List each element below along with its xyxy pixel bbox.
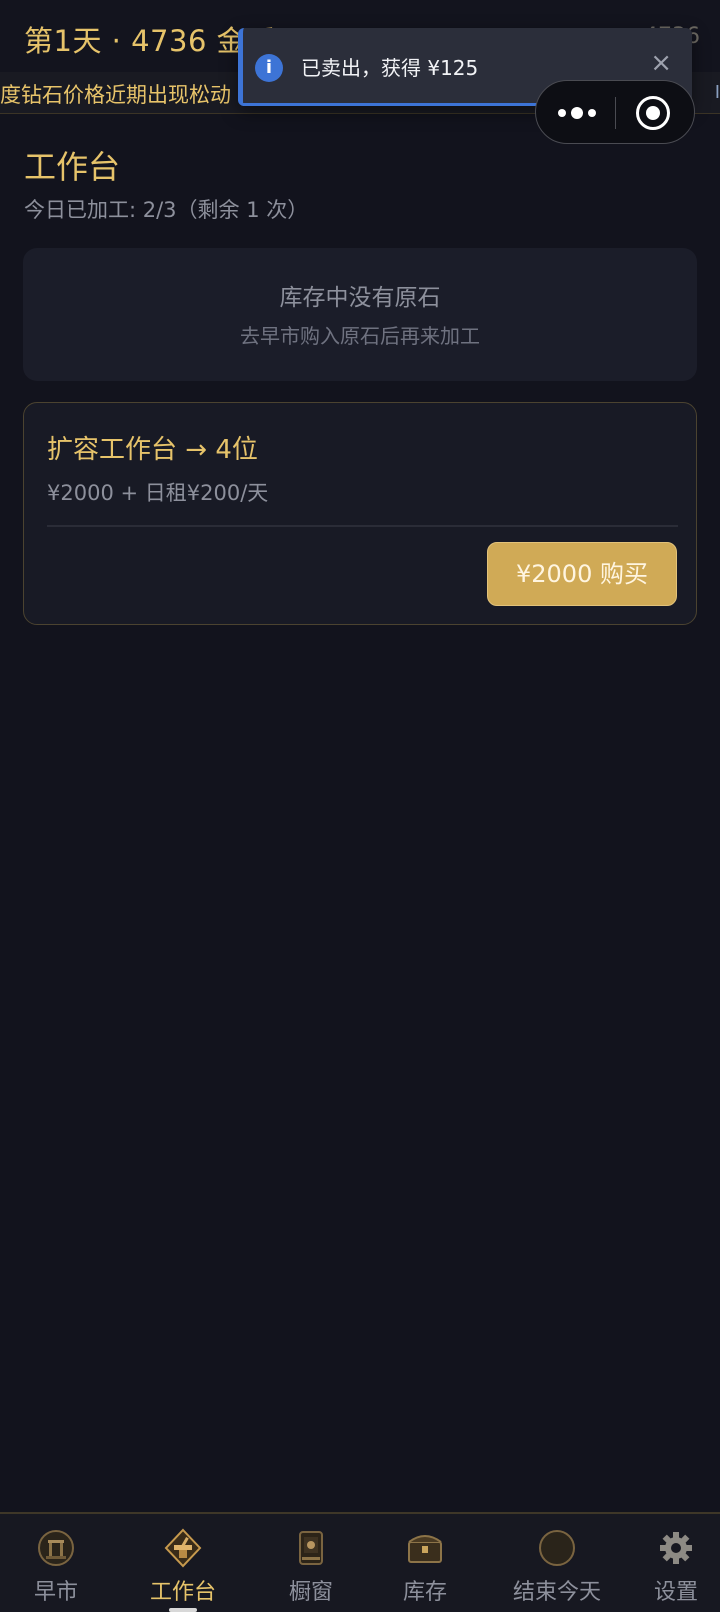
gear-icon (660, 1532, 692, 1564)
info-icon: i (255, 54, 283, 82)
market-gate-icon (38, 1530, 74, 1566)
close-miniprogram-icon[interactable] (636, 96, 670, 130)
empty-subtitle: 去早市购入原石后再来加工 (240, 324, 480, 348)
empty-inventory-card: 库存中没有原石 去早市购入原石后再来加工 (23, 248, 697, 381)
display-case-icon (299, 1531, 323, 1565)
expand-workbench-card: 扩容工作台 → 4位 ¥2000 + 日租¥200/天 ¥2000 购买 (23, 402, 697, 625)
moon-icon (539, 1530, 575, 1566)
app-root: 第1天 · 4736 金币 4736 度钻石价格近期出现松动 I i 已卖出，获… (0, 0, 720, 1612)
processing-count: 今日已加工: 2/3（剩余 1 次） (24, 198, 309, 222)
nav-label-workbench: 工作台 (149, 1580, 216, 1605)
empty-title: 库存中没有原石 (279, 285, 441, 311)
capsule-divider (615, 97, 616, 129)
nav-label-inventory: 库存 (402, 1580, 447, 1605)
bottom-nav: 早市 工作台 橱窗 库存 结束今天 设置 (0, 1512, 720, 1612)
nav-label-end-day: 结束今天 (512, 1580, 601, 1605)
page-title: 工作台 (24, 148, 121, 186)
nav-item-end-day[interactable]: 结束今天 (482, 1514, 632, 1612)
ticker-text: 度钻石价格近期出现松动 (0, 83, 231, 107)
upgrade-cost: ¥2000 + 日租¥200/天 (47, 481, 269, 505)
nav-item-inventory[interactable]: 库存 (368, 1514, 482, 1612)
upgrade-title: 扩容工作台 → 4位 (47, 435, 258, 465)
treasure-chest-icon (408, 1535, 442, 1563)
nav-label-settings: 设置 (653, 1580, 698, 1605)
nav-label-market: 早市 (33, 1580, 78, 1605)
ticker-end: I (714, 82, 720, 103)
divider (47, 525, 678, 527)
toast-close-button[interactable]: × (650, 48, 672, 78)
miniprogram-capsule (535, 80, 695, 144)
nav-item-market[interactable]: 早市 (0, 1514, 112, 1612)
anvil-icon (164, 1528, 202, 1568)
more-icon[interactable] (558, 101, 596, 125)
nav-label-display: 橱窗 (288, 1580, 333, 1605)
nav-item-settings[interactable]: 设置 (632, 1514, 720, 1612)
nav-item-display[interactable]: 橱窗 (254, 1514, 368, 1612)
buy-button[interactable]: ¥2000 购买 (487, 542, 677, 606)
nav-item-workbench[interactable]: 工作台 (112, 1514, 254, 1612)
active-tab-indicator (169, 1608, 197, 1612)
toast-message: 已卖出，获得 ¥125 (301, 56, 479, 80)
